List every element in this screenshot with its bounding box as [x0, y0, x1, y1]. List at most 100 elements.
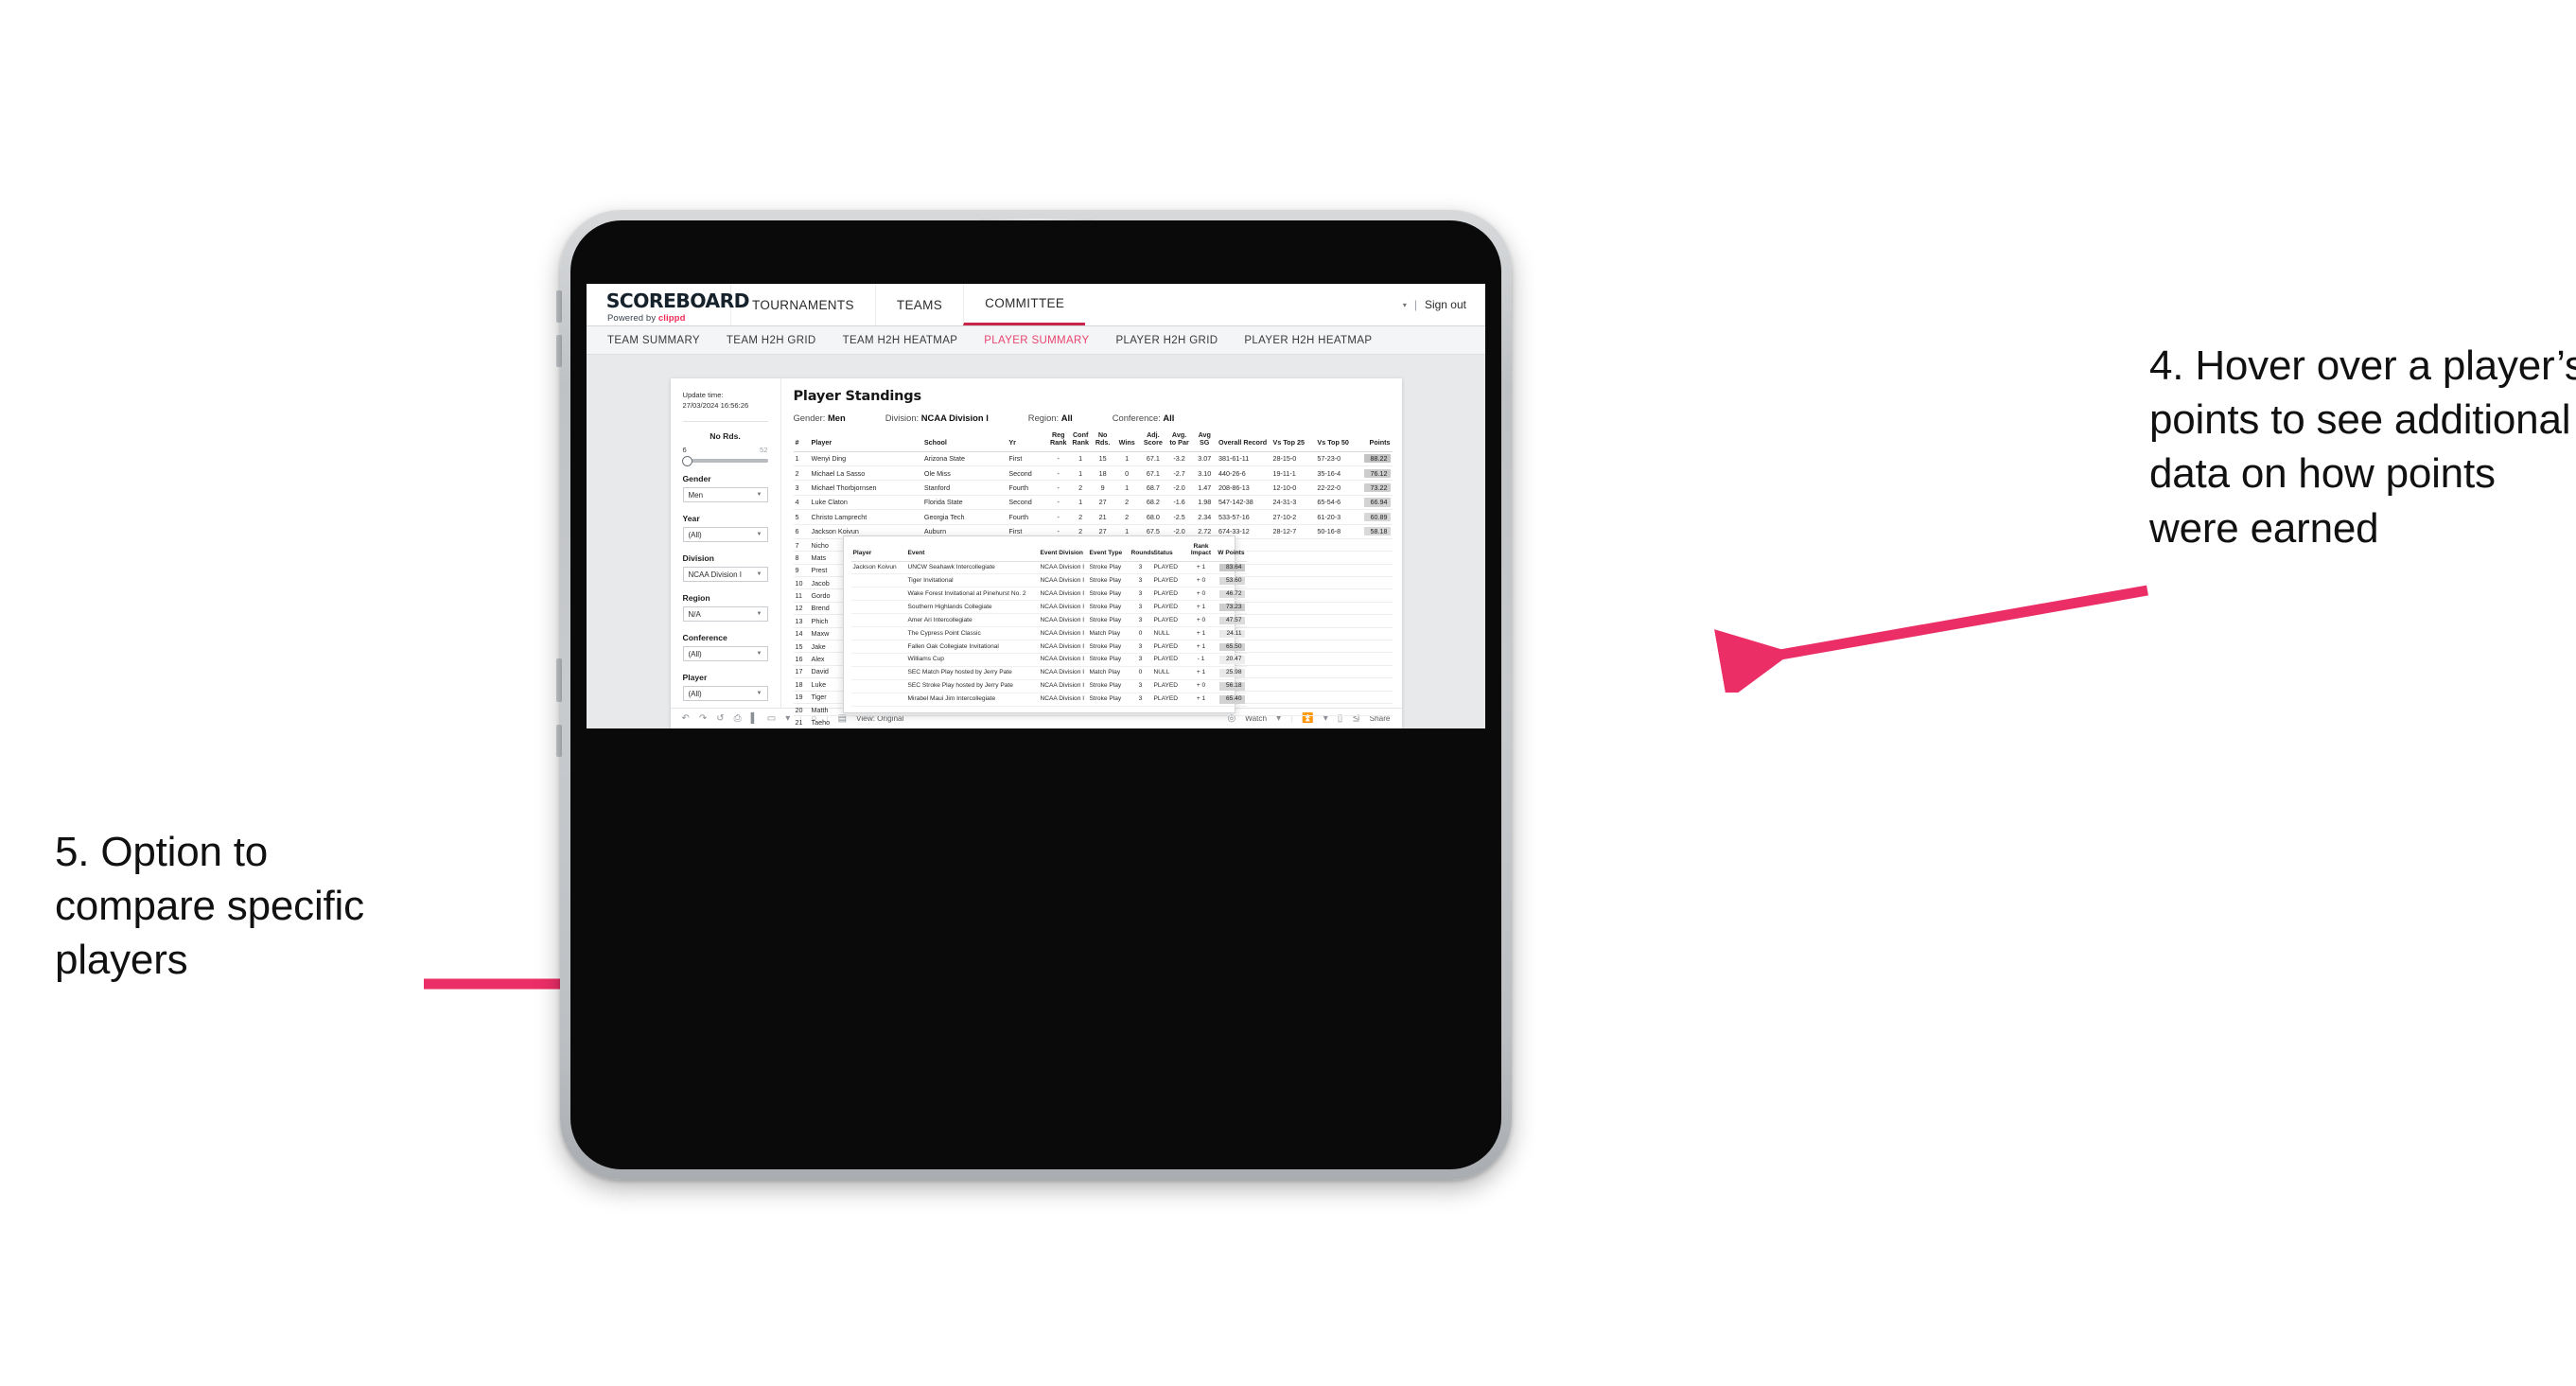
filter-year-select[interactable]: (All) ▼: [682, 527, 768, 542]
table-row[interactable]: 3 Michael Thorbjornsen Stanford Fourth -2 9 1 6…: [793, 480, 1393, 496]
chevron-down-icon[interactable]: ▾: [785, 713, 790, 724]
subnav-player-h2h-grid[interactable]: PLAYER H2H GRID: [1115, 335, 1218, 346]
col-reg-rank[interactable]: Reg Rank: [1047, 430, 1070, 452]
points-value[interactable]: 73.22: [1363, 482, 1391, 493]
volume-up-button[interactable]: [556, 290, 562, 323]
filter-year-label: Year: [682, 514, 700, 523]
cell-n: 20: [793, 703, 810, 717]
cell-points[interactable]: [1359, 691, 1393, 704]
subnav-team-h2h-heatmap[interactable]: TEAM H2H HEATMAP: [843, 335, 958, 346]
cell-points[interactable]: [1359, 538, 1393, 553]
brand-logo[interactable]: SCOREBOARD Powered by clippd: [587, 284, 750, 325]
sign-out-area[interactable]: ▾ | Sign out: [1403, 284, 1485, 325]
col-points[interactable]: Points: [1359, 431, 1393, 452]
standings-table-wrapper[interactable]: # Player School Yr Reg Rank Conf Rank No…: [793, 430, 1393, 728]
cell-points[interactable]: 66.94: [1359, 495, 1393, 511]
tooltip-cell-status: PLAYED: [1151, 573, 1188, 588]
cell-points[interactable]: [1359, 627, 1393, 641]
filter-region-select[interactable]: N/A ▼: [682, 606, 768, 622]
cell-points[interactable]: 58.18: [1359, 524, 1393, 539]
slider-handle[interactable]: [681, 456, 692, 466]
table-row[interactable]: 2 Michael La Sasso Ole Miss Second -1 18 0 67.1…: [793, 465, 1393, 482]
col-overall-record[interactable]: Overall Record: [1217, 431, 1271, 452]
no-rounds-slider[interactable]: No Rds. 6 52: [681, 431, 768, 466]
cell-points[interactable]: 73.22: [1359, 480, 1393, 496]
power-button[interactable]: [556, 658, 562, 702]
filter-division-select[interactable]: NCAA Division I ▼: [682, 567, 768, 582]
refresh-icon[interactable]: ⎙: [734, 713, 742, 724]
cell-t50: [1315, 538, 1360, 553]
chevron-down-icon: ▼: [756, 532, 762, 537]
cell-t50: [1315, 614, 1360, 628]
col-no-rounds[interactable]: No Rds.: [1091, 430, 1114, 452]
subnav-player-h2h-heatmap[interactable]: PLAYER H2H HEATMAP: [1244, 335, 1372, 346]
tooltip-cell-rounds: 3: [1129, 640, 1152, 655]
tooltip-cell-points: 56.18: [1214, 679, 1247, 694]
points-value[interactable]: 76.12: [1363, 468, 1391, 478]
tooltip-cell-rounds: 3: [1129, 587, 1152, 602]
cell-points[interactable]: [1359, 665, 1393, 679]
cell-points[interactable]: [1359, 715, 1393, 728]
cell-points[interactable]: [1359, 703, 1393, 717]
col-school[interactable]: School: [921, 431, 1008, 452]
col-wins[interactable]: Wins: [1113, 431, 1141, 452]
tooltip-cell-impact: + 1: [1187, 693, 1215, 708]
col-year[interactable]: Yr: [1007, 431, 1048, 452]
cell-points[interactable]: 60.89: [1359, 509, 1393, 525]
col-vs-top-25[interactable]: Vs Top 25: [1270, 431, 1316, 452]
subnav-team-h2h-grid[interactable]: TEAM H2H GRID: [727, 335, 816, 346]
sign-out-label[interactable]: Sign out: [1425, 298, 1466, 311]
subnav-team-summary[interactable]: TEAM SUMMARY: [607, 335, 700, 346]
top-nav-teams[interactable]: TEAMS: [874, 284, 963, 325]
highlight-icon[interactable]: ▭: [767, 713, 776, 724]
filter-conference-select[interactable]: (All) ▼: [682, 646, 768, 661]
table-row[interactable]: 1 Wenyi Ding Arizona State First -1 15 1 67.1 -3…: [793, 451, 1393, 466]
cell-points[interactable]: [1359, 677, 1393, 692]
top-nav-committee[interactable]: COMMITTEE: [963, 284, 1086, 325]
slider-track[interactable]: [681, 456, 768, 466]
tooltip-cell-rounds: 3: [1129, 600, 1152, 615]
col-conf-rank[interactable]: Conf Rank: [1069, 430, 1092, 452]
cell-reg: -: [1047, 465, 1070, 482]
col-player[interactable]: Player: [809, 431, 922, 452]
top-nav-tournaments[interactable]: TOURNAMENTS: [730, 284, 875, 325]
col-avg-sg[interactable]: Avg SG: [1192, 430, 1217, 452]
cell-points[interactable]: [1359, 588, 1393, 603]
cell-points[interactable]: [1359, 602, 1393, 616]
redo-icon[interactable]: ↷: [699, 713, 707, 724]
cell-points[interactable]: 76.12: [1359, 465, 1393, 482]
points-value[interactable]: 88.22: [1363, 454, 1391, 464]
undo-icon[interactable]: ↶: [682, 713, 690, 724]
cell-rds: 9: [1091, 480, 1114, 496]
table-row[interactable]: 21 Taeho: [793, 715, 1393, 728]
points-value[interactable]: 60.89: [1363, 512, 1391, 521]
col-adj-score[interactable]: Adj. Score: [1140, 430, 1166, 452]
col-vs-top-50[interactable]: Vs Top 50: [1315, 431, 1360, 452]
cell-t25: [1270, 640, 1316, 654]
no-rounds-label: No Rds.: [710, 431, 741, 441]
secondary-button[interactable]: [556, 725, 562, 757]
cell-points[interactable]: [1359, 640, 1393, 654]
cell-points[interactable]: [1359, 564, 1393, 578]
col-avg-to-par[interactable]: Avg. to Par: [1165, 430, 1193, 452]
cell-points[interactable]: 88.22: [1359, 451, 1393, 466]
cell-points[interactable]: [1359, 551, 1393, 565]
pause-icon[interactable]: ▌: [751, 713, 758, 724]
cell-points[interactable]: [1359, 652, 1393, 666]
volume-down-button[interactable]: [556, 335, 562, 367]
cell-points[interactable]: [1359, 576, 1393, 590]
points-value[interactable]: 58.18: [1363, 527, 1391, 536]
table-row[interactable]: 4 Luke Claton Florida State Second -1 27 2 68.2…: [793, 495, 1393, 511]
cell-reg: -: [1047, 480, 1070, 496]
subnav-player-summary[interactable]: PLAYER SUMMARY: [984, 335, 1089, 346]
table-row[interactable]: 5 Christo Lamprecht Georgia Tech Fourth -2 21…: [793, 509, 1393, 525]
revert-icon[interactable]: ↺: [716, 713, 724, 724]
app-viewport: SCOREBOARD Powered by clippd TOURNAMENTS…: [587, 284, 1485, 728]
cell-points[interactable]: [1359, 614, 1393, 628]
tooltip-cell-points: 20.47: [1214, 653, 1247, 668]
filter-player-select[interactable]: (All) ▼: [682, 686, 768, 701]
points-value[interactable]: 66.94: [1363, 498, 1391, 507]
col-rank[interactable]: #: [793, 431, 810, 452]
filter-gender-select[interactable]: Men ▼: [682, 487, 768, 502]
cell-n: 4: [793, 495, 810, 511]
